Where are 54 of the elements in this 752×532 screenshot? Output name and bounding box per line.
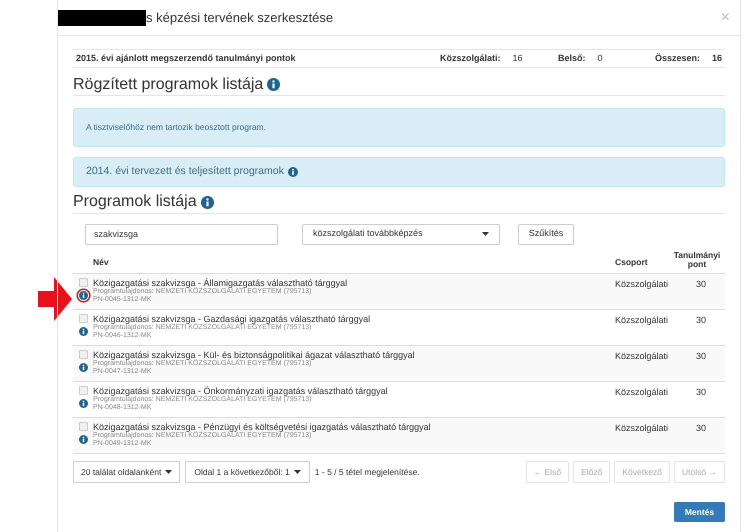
info-icon[interactable]	[200, 196, 214, 208]
table-cell-text: 30	[694, 278, 707, 291]
table-cell-text: Közszolgálati	[615, 386, 670, 399]
table-cell-text: 30	[694, 422, 707, 435]
info-icon[interactable]	[78, 399, 88, 408]
info-icon[interactable]	[288, 167, 298, 177]
table-cell-text: Közszolgálati	[615, 314, 670, 327]
page-size-dropdown[interactable]: 20 találat oldalanként	[73, 461, 180, 483]
row-checkbox[interactable]	[78, 278, 88, 287]
info-alert: A tisztviselőhöz nem tartozik beosztott program.	[73, 108, 725, 147]
info-icon[interactable]	[78, 291, 88, 300]
program-name: Közigazgatási szakvizsga - Államigazgatás választható tárggyal	[93, 278, 348, 288]
info-icon[interactable]	[78, 435, 88, 444]
summary-value: 16	[512, 52, 523, 65]
caret-icon	[482, 232, 489, 236]
summary-label: 2015. évi ajánlott megszerzendő tanulmányi pontok	[76, 52, 297, 65]
column-header: Tanulmányi pont	[672, 251, 722, 269]
info-icon[interactable]	[78, 327, 88, 336]
column-header: Név	[93, 256, 109, 269]
dialog-title: s képzési tervének szerkesztése	[146, 8, 334, 27]
info-icon[interactable]	[78, 363, 88, 372]
row-checkbox[interactable]	[78, 350, 88, 359]
arrow-annotation	[38, 277, 72, 321]
caret-icon	[165, 470, 172, 474]
table-cell-text: Közszolgálati	[615, 350, 670, 363]
section-heading: Programok listája	[73, 192, 197, 212]
summary-value: 16	[712, 52, 722, 65]
save-button[interactable]: Mentés	[674, 502, 725, 522]
info-icon[interactable]	[267, 78, 280, 91]
row-checkbox[interactable]	[78, 314, 88, 323]
caret-icon	[294, 470, 301, 474]
table-cell-text: Közszolgálati	[615, 422, 670, 435]
pagination-info: 1 - 5 / 5 tétel megjelenítése.	[314, 466, 420, 478]
table-cell-text: Közszolgálati	[615, 278, 670, 291]
program-name: Közigazgatási szakvizsga - Kül- és biztonságpolitikai ágazat választható tárggyal	[93, 350, 416, 360]
page-dropdown[interactable]: Oldal 1 a következőből: 1	[185, 461, 310, 483]
table-cell-text: 30	[694, 314, 707, 327]
category-select[interactable]: közszolgálati továbbképzés	[302, 224, 500, 244]
column-header: Csoport	[615, 256, 649, 269]
table-cell-text: 30	[694, 386, 707, 399]
summary-label: Összesen:	[654, 52, 700, 65]
row-checkbox[interactable]	[78, 386, 88, 395]
program-name: Közigazgatási szakvizsga - Önkormányzati igazgatás választható tárggyal	[93, 386, 389, 396]
section-heading: Rögzített programok listája	[73, 74, 264, 94]
search-field[interactable]: szakvizsga	[85, 224, 278, 244]
program-name: Közigazgatási szakvizsga - Gazdasági igazgatás választható tárggyal	[93, 314, 372, 324]
filter-button[interactable]: Szűkítés	[518, 224, 574, 244]
program-name: Közigazgatási szakvizsga - Pénzügyi és költségvetési igazgatás választható tárggyal	[93, 422, 432, 432]
row-checkbox[interactable]	[78, 422, 88, 431]
summary-value: 0	[598, 52, 603, 65]
table-cell-text: 30	[694, 350, 707, 363]
summary-label: Közszolgálati:	[440, 52, 501, 65]
alert-link[interactable]: 2014. évi tervezett és teljesített programok	[86, 164, 284, 180]
summary-label: Belső:	[558, 52, 586, 65]
